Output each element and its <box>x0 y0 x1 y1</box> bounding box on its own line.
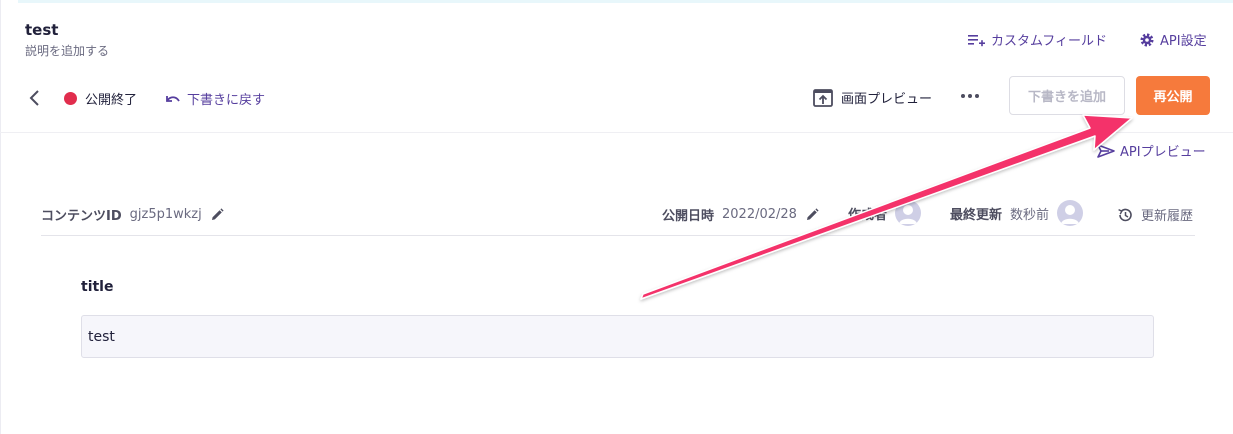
revert-to-draft-button[interactable]: 下書きに戻す <box>165 89 265 108</box>
history-label: 更新履歴 <box>1141 209 1194 224</box>
api-preview-label: APIプレビュー <box>1120 145 1206 160</box>
revert-label: 下書きに戻す <box>187 93 266 108</box>
author-label: 作成者 <box>848 207 888 223</box>
back-button[interactable] <box>27 88 43 108</box>
status-label: 公開終了 <box>85 93 138 108</box>
custom-field-label: カスタムフィールド <box>991 34 1107 49</box>
content-id-label: コンテンツID <box>41 209 122 224</box>
title-field-label: title <box>81 279 114 295</box>
published-label: 公開日時 <box>662 209 715 224</box>
undo-icon <box>166 95 180 102</box>
published-date: 公開日時 2022/02/28 <box>662 205 819 224</box>
updated-value: 数秒前 <box>1010 207 1050 223</box>
content-title: test <box>25 21 59 39</box>
updated-label: 最終更新 <box>950 207 1003 223</box>
republish-button[interactable]: 再公開 <box>1136 76 1210 115</box>
dot-icon <box>975 94 979 98</box>
content-id: コンテンツID gjz5p1wkzj <box>41 205 224 224</box>
content-header: test 説明を追加する カスタムフィールド API設定 公開終了 下書きに戻す… <box>0 0 1233 133</box>
avatar <box>1057 200 1084 226</box>
screen-preview-button[interactable]: 画面プレビュー <box>813 88 932 107</box>
dot-icon <box>961 94 965 98</box>
add-draft-button[interactable]: 下書きを追加 <box>1009 76 1125 115</box>
user-avatar-icon <box>899 205 918 224</box>
api-settings-link[interactable]: API設定 <box>1139 30 1207 49</box>
title-field-input[interactable] <box>81 315 1154 358</box>
content-meta-bar: コンテンツID gjz5p1wkzj 公開日時 2022/02/28 作成者 最… <box>41 199 1195 236</box>
screen-preview-icon <box>813 88 833 107</box>
chevron-left-icon <box>29 90 39 106</box>
more-options-button[interactable] <box>958 86 982 106</box>
update-history-link[interactable]: 更新履歴 <box>1117 205 1193 224</box>
header-divider <box>0 132 1233 133</box>
status-dot-icon <box>64 92 77 105</box>
custom-field-link[interactable]: カスタムフィールド <box>968 30 1107 49</box>
api-preview-link[interactable]: APIプレビュー <box>1097 141 1206 160</box>
add-description-link[interactable]: 説明を追加する <box>25 42 109 59</box>
send-icon <box>1097 143 1115 158</box>
pencil-icon[interactable] <box>210 207 224 222</box>
status-badge: 公開終了 <box>64 89 137 108</box>
last-updated: 最終更新 数秒前 <box>950 200 1084 226</box>
avatar <box>895 200 922 226</box>
history-icon <box>1118 208 1132 221</box>
published-value: 2022/02/28 <box>722 207 797 222</box>
screen-preview-label: 画面プレビュー <box>841 92 933 107</box>
content-id-value: gjz5p1wkzj <box>129 207 202 222</box>
user-avatar-icon <box>1061 205 1080 224</box>
custom-field-icon <box>968 34 985 46</box>
dot-icon <box>968 94 972 98</box>
pencil-icon[interactable] <box>805 207 819 222</box>
author: 作成者 <box>848 200 922 226</box>
api-settings-label: API設定 <box>1160 34 1207 49</box>
gear-icon <box>1140 33 1154 46</box>
